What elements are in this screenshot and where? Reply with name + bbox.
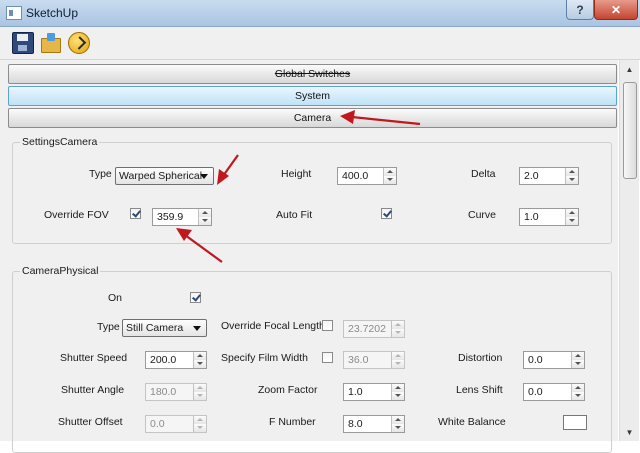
spin-down-icon[interactable]	[193, 360, 206, 368]
lens-shift-spinbox[interactable]: 0.0	[523, 383, 585, 401]
lens-shift-label: Lens Shift	[456, 384, 503, 396]
extension-icon[interactable]	[68, 32, 90, 54]
specify-film-width-label: Specify Film Width	[221, 352, 308, 364]
on-checkbox[interactable]	[190, 292, 201, 303]
open-folder-icon[interactable]	[40, 32, 61, 53]
shutter-angle-value: 180.0	[150, 386, 177, 398]
shutter-offset-label: Shutter Offset	[58, 416, 123, 428]
lens-shift-value: 0.0	[528, 386, 543, 398]
zoom-factor-spinbox[interactable]: 1.0	[343, 383, 405, 401]
camera-type-select[interactable]: Warped Spherical	[115, 167, 214, 185]
f-number-spinbox[interactable]: 8.0	[343, 415, 405, 433]
spin-down-icon[interactable]	[193, 392, 206, 400]
distortion-spinbox[interactable]: 0.0	[523, 351, 585, 369]
film-width-value: 36.0	[348, 354, 369, 366]
spin-down-icon[interactable]	[571, 392, 584, 400]
distortion-value: 0.0	[528, 354, 543, 366]
scroll-thumb[interactable]	[623, 82, 637, 179]
settings-camera-group	[12, 142, 612, 244]
chevron-down-icon	[200, 174, 208, 179]
film-width-spinbox[interactable]: 36.0	[343, 351, 405, 369]
auto-fit-label: Auto Fit	[276, 209, 313, 221]
vertical-scrollbar[interactable]: ▲ ▼	[619, 60, 639, 441]
curve-value: 1.0	[524, 211, 539, 223]
delta-label: Delta	[471, 168, 496, 180]
camera-type-value: Warped Spherical	[119, 170, 203, 182]
spin-down-icon[interactable]	[391, 329, 404, 337]
spin-down-icon[interactable]	[391, 360, 404, 368]
shutter-angle-spinbox[interactable]: 180.0	[145, 383, 207, 401]
curve-label: Curve	[468, 209, 497, 221]
section-system[interactable]: System	[8, 86, 617, 106]
section-global-switches[interactable]: Global Switches	[8, 64, 617, 84]
title-bar	[0, 0, 640, 27]
auto-fit-checkbox[interactable]	[381, 208, 392, 219]
zoom-factor-value: 1.0	[348, 386, 363, 398]
override-fov-checkbox[interactable]	[130, 208, 141, 219]
spin-down-icon[interactable]	[391, 392, 404, 400]
height-label: Height	[281, 168, 312, 180]
section-camera[interactable]: Camera	[8, 108, 617, 128]
height-value: 400.0	[342, 170, 369, 182]
zoom-factor-label: Zoom Factor	[258, 384, 318, 396]
override-focal-length-checkbox[interactable]	[322, 320, 333, 331]
override-fov-label: Override FOV	[44, 209, 109, 221]
help-button[interactable]: ?	[566, 0, 594, 20]
shutter-speed-spinbox[interactable]: 200.0	[145, 351, 207, 369]
f-number-label: F Number	[269, 416, 316, 428]
spin-down-icon[interactable]	[193, 424, 206, 432]
toolbar	[0, 27, 640, 60]
spin-down-icon[interactable]	[391, 424, 404, 432]
save-icon[interactable]	[12, 32, 34, 54]
delta-spinbox[interactable]: 2.0	[519, 167, 579, 185]
spin-down-icon[interactable]	[565, 176, 578, 184]
specify-film-width-checkbox[interactable]	[322, 352, 333, 363]
spin-down-icon[interactable]	[565, 217, 578, 225]
shutter-offset-spinbox[interactable]: 0.0	[145, 415, 207, 433]
physical-type-select[interactable]: Still Camera	[122, 319, 207, 337]
distortion-label: Distortion	[458, 352, 503, 364]
window-title: SketchUp	[26, 6, 79, 20]
spin-down-icon[interactable]	[383, 176, 396, 184]
physical-type-value: Still Camera	[126, 322, 184, 334]
app-icon	[6, 6, 22, 20]
override-focal-length-label: Override Focal Length	[221, 320, 325, 332]
scroll-up-icon[interactable]: ▲	[620, 61, 639, 77]
spin-down-icon[interactable]	[198, 217, 211, 225]
fov-spinbox[interactable]: 359.9	[152, 208, 212, 226]
white-balance-swatch[interactable]	[563, 415, 587, 430]
close-button[interactable]: ✕	[594, 0, 638, 20]
spin-down-icon[interactable]	[571, 360, 584, 368]
physical-type-label: Type	[97, 321, 120, 333]
focal-length-value: 23.7202	[348, 323, 386, 335]
delta-value: 2.0	[524, 170, 539, 182]
fov-value: 359.9	[157, 211, 184, 223]
curve-spinbox[interactable]: 1.0	[519, 208, 579, 226]
chevron-down-icon	[193, 326, 201, 331]
shutter-speed-value: 200.0	[150, 354, 177, 366]
f-number-value: 8.0	[348, 418, 363, 430]
shutter-offset-value: 0.0	[150, 418, 165, 430]
camera-physical-title: CameraPhysical	[20, 265, 101, 277]
type-label: Type	[89, 168, 112, 180]
focal-length-spinbox[interactable]: 23.7202	[343, 320, 405, 338]
on-label: On	[108, 292, 123, 304]
shutter-speed-label: Shutter Speed	[60, 352, 128, 364]
height-spinbox[interactable]: 400.0	[337, 167, 397, 185]
settings-camera-title: SettingsCamera	[20, 136, 100, 148]
white-balance-label: White Balance	[438, 416, 506, 428]
shutter-angle-label: Shutter Angle	[61, 384, 125, 396]
scroll-down-icon[interactable]: ▼	[620, 424, 639, 440]
